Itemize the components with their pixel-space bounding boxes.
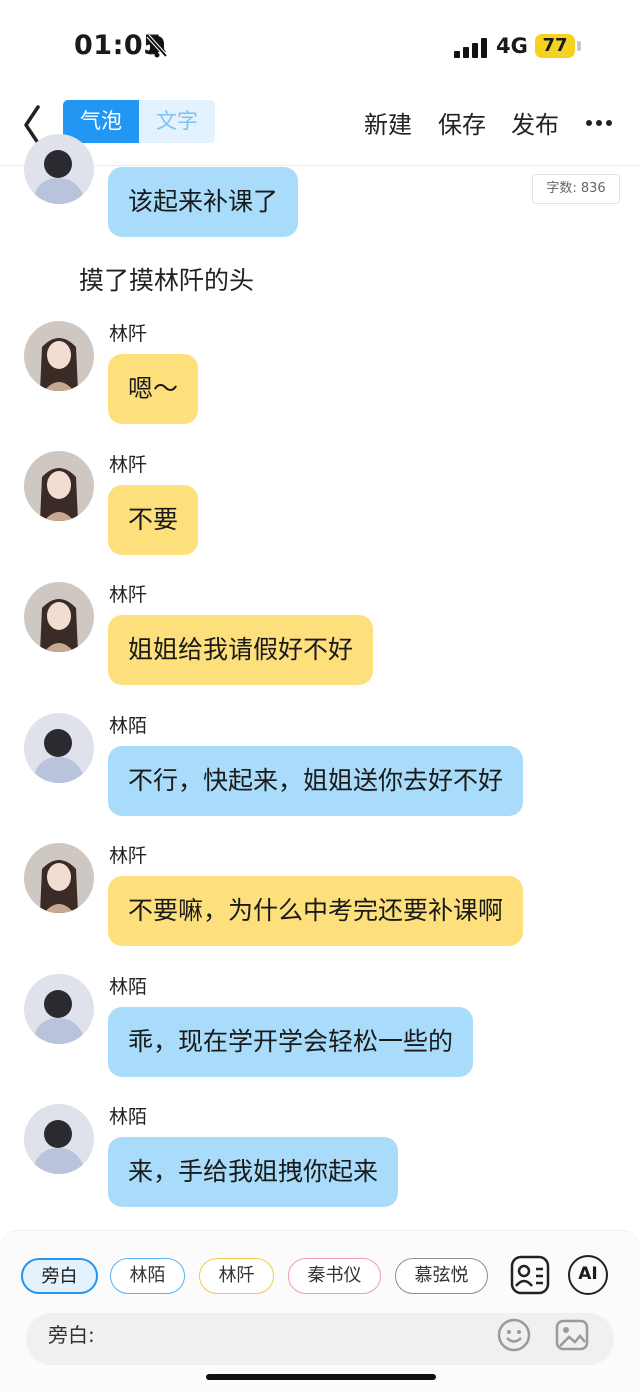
message-bubble[interactable]: 不行，快起来，姐姐送你去好不好 <box>108 746 524 816</box>
avatar-linmo[interactable] <box>24 974 94 1044</box>
role-chip-linmo[interactable]: 林陌 <box>110 1258 185 1294</box>
more-options-icon[interactable] <box>585 119 613 127</box>
avatar-linqian[interactable] <box>24 582 94 652</box>
image-icon[interactable] <box>554 1317 590 1353</box>
speaker-name: 林陌 <box>109 976 148 998</box>
message-bubble[interactable]: 姐姐给我请假好不好 <box>108 615 374 685</box>
avatar-linmo[interactable] <box>24 1104 94 1174</box>
speaker-name: 林阡 <box>109 323 148 345</box>
avatar-linqian[interactable] <box>24 451 94 521</box>
speaker-name: 林阡 <box>109 845 148 867</box>
role-chip-narrator[interactable]: 旁白 <box>21 1258 98 1294</box>
home-indicator <box>206 1374 436 1380</box>
role-chip-qinshuyi[interactable]: 秦书仪 <box>288 1258 381 1294</box>
message-bubble[interactable]: 不要 <box>108 485 199 555</box>
message-bubble[interactable]: 不要嘛，为什么中考完还要补课啊 <box>108 876 524 946</box>
narration-text[interactable]: 摸了摸林阡的头 <box>79 261 254 297</box>
bell-muted-icon <box>146 34 168 58</box>
tab-text[interactable]: 文字 <box>139 100 215 143</box>
avatar-linqian[interactable] <box>24 843 94 913</box>
message-bubble[interactable]: 来，手给我姐拽你起来 <box>108 1137 399 1207</box>
speaker-name: 林阡 <box>109 454 148 476</box>
avatar-linmo[interactable] <box>24 134 94 204</box>
speaker-name: 林陌 <box>109 1106 148 1128</box>
battery-icon <box>577 41 581 51</box>
publish-button[interactable]: 发布 <box>511 105 559 140</box>
cellular-signal-icon <box>454 38 487 58</box>
mode-toggle: 气泡 文字 <box>63 100 215 143</box>
message-bubble[interactable]: 乖，现在学开学会轻松一些的 <box>108 1007 474 1077</box>
status-bar: 01:05 4G 77 <box>0 0 640 95</box>
tab-bubble[interactable]: 气泡 <box>63 100 139 143</box>
role-chip-muxianyue[interactable]: 慕弦悦 <box>395 1258 488 1294</box>
speaker-name: 林阡 <box>109 584 148 606</box>
network-type: 4G <box>496 34 528 58</box>
message-bubble[interactable]: 该起来补课了 <box>108 167 299 237</box>
input-role-label: 旁白: <box>48 1323 95 1347</box>
role-chip-linqian[interactable]: 林阡 <box>199 1258 274 1294</box>
save-button[interactable]: 保存 <box>438 105 486 140</box>
top-nav-bar: 气泡 文字 新建 保存 发布 <box>0 95 640 166</box>
emoji-icon[interactable] <box>496 1317 532 1353</box>
message-input[interactable]: 旁白: <box>26 1313 614 1365</box>
avatar-linqian[interactable] <box>24 321 94 391</box>
avatar-linmo[interactable] <box>24 713 94 783</box>
word-count-badge: 字数: 836 <box>532 174 620 204</box>
ai-button[interactable]: AI <box>568 1255 608 1295</box>
new-button[interactable]: 新建 <box>364 105 412 140</box>
message-bubble[interactable]: 嗯～ <box>108 354 199 424</box>
battery-level: 77 <box>535 34 575 58</box>
role-card-icon[interactable] <box>510 1255 550 1295</box>
speaker-name: 林陌 <box>109 715 148 737</box>
